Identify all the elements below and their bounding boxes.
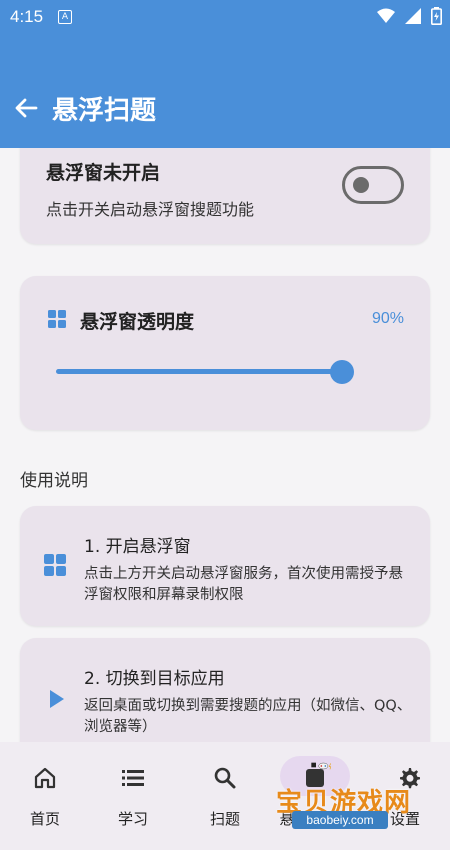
nav-item-scan[interactable]: 扫题 [180,742,270,850]
grid-icon [48,310,66,328]
step-desc-1: 点击上方开关启动悬浮窗服务，首次使用需授予悬浮窗权限和屏幕录制权限 [84,566,403,603]
back-arrow-icon[interactable] [12,94,40,122]
nav-item-home[interactable]: 首页 [0,742,90,850]
play-icon [50,690,64,708]
home-icon [34,767,56,789]
step-card-1: 1. 开启悬浮窗 点击上方开关启动悬浮窗服务，首次使用需授予悬浮窗权限和屏幕录制… [20,506,430,626]
toggle-knob [353,177,369,193]
step-card-2: 2. 切换到目标应用 返回桌面或切换到需要搜题的应用（如微信、QQ、浏览器等） [20,638,430,758]
step-title-2: 2. 切换到目标应用 [84,669,225,689]
search-icon [214,767,236,789]
list-icon [122,770,144,786]
wifi-icon [377,8,395,23]
nav-label-home: 首页 [29,810,60,828]
signal-icon [405,8,421,24]
opacity-card: 悬浮窗透明度 90% [20,276,430,430]
floating-window-toggle[interactable] [342,166,404,204]
page-title-overlay: 悬浮扫题 [52,96,157,126]
opacity-slider-thumb[interactable] [330,360,355,384]
watermark-url: baobeiy.com [292,811,388,829]
step-desc-2: 返回桌面或切换到需要搜题的应用（如微信、QQ、浏览器等） [84,698,412,735]
status-bar-overlay: 4:15 A [0,0,450,34]
app-bar-overlay: 悬浮扫题 [0,34,450,148]
battery-icon [431,7,442,25]
status-icons-overlay [377,7,442,25]
nav-label-study: 学习 [117,810,148,828]
notification-icon-overlay: A [58,10,72,24]
floating-window-hint: 点击开关启动悬浮窗搜题功能 [46,200,255,219]
floating-window-status: 悬浮窗未开启 [46,162,161,184]
opacity-title: 悬浮窗透明度 [80,311,195,333]
grid-icon [44,554,66,576]
float-icon [306,769,324,787]
opacity-slider-track[interactable] [56,369,350,374]
status-time-overlay: 4:15 [10,7,44,26]
opacity-value: 90% [371,310,404,327]
step-title-1: 1. 开启悬浮窗 [84,537,191,557]
nav-item-study[interactable]: 学习 [88,742,178,850]
instructions-heading: 使用说明 [20,471,88,491]
